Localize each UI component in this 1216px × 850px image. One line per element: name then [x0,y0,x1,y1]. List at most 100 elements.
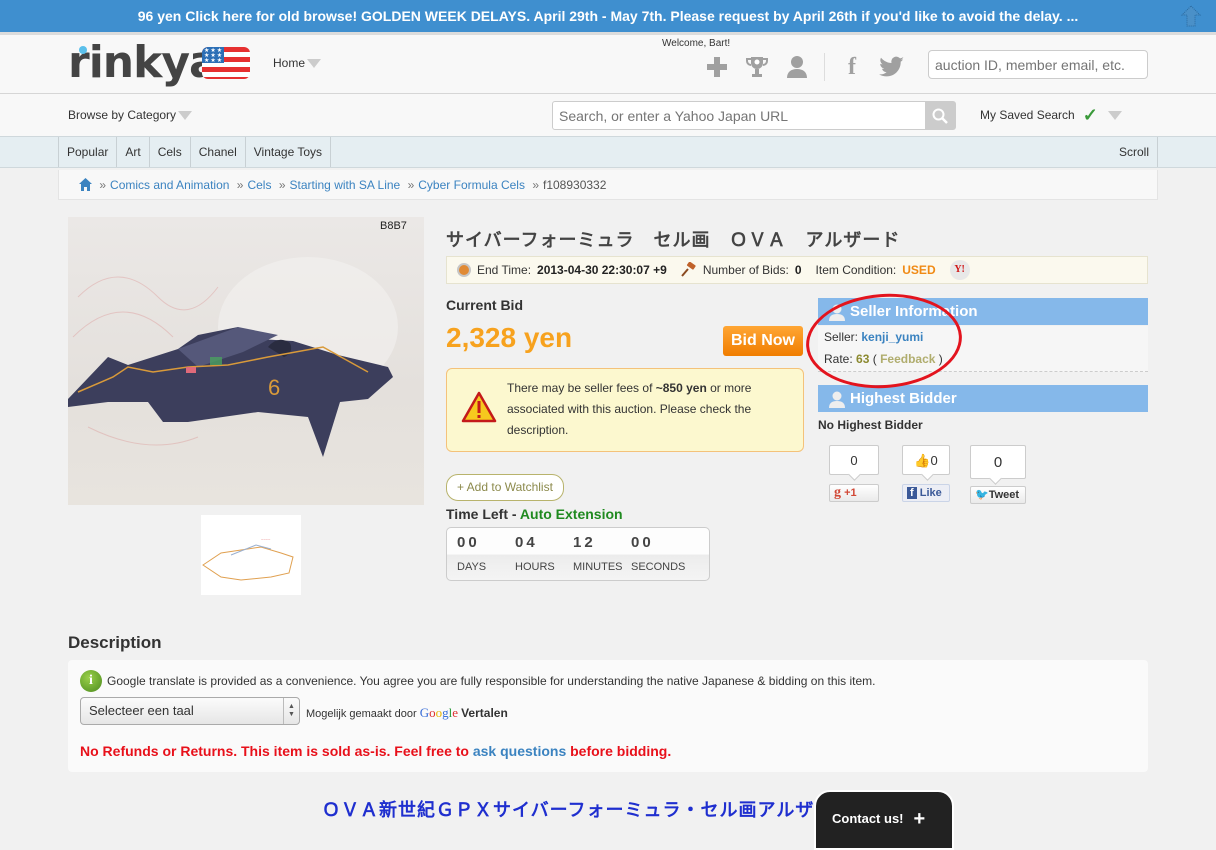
language-select[interactable]: Selecteer een taal ▲ ▼ [80,697,300,725]
trophy-icon[interactable] [744,54,770,80]
auto-extension-label: Auto Extension [519,506,623,522]
countdown-value: 04 [515,534,538,551]
refund-text-pre: No Refunds or Returns. This item is sold… [80,743,473,759]
language-select-value: Selecteer een taal [89,703,194,718]
ask-questions-link[interactable]: ask questions [473,743,566,759]
browse-by-category-menu[interactable]: Browse by Category [68,108,193,122]
yahoo-search-box [552,101,956,130]
seller-info-body: Seller: kenji_yumi Rate: 63 ( Feedback ) [818,326,1148,372]
tab-chanel[interactable]: Chanel [191,137,246,167]
tab-popular[interactable]: Popular [59,137,118,167]
warning-icon [461,391,497,423]
scroll-top-arrow-icon[interactable] [1180,4,1202,28]
saved-search-menu[interactable]: My Saved Search ✓ [980,105,1122,125]
seller-row: Seller: kenji_yumi [824,326,1148,348]
countdown-timer: 00 DAYS 04 HOURS 12 MINUTES 00 SECONDS [446,527,710,581]
yahoo-icon[interactable]: Y! [949,260,970,280]
item-description-title: ＯＶＡ新世紀ＧＰＸサイバーフォーミュラ・セル画アルザード [322,800,853,821]
thumbnail-image[interactable]: ~~~~ [201,515,301,595]
breadcrumb-link[interactable]: Cyber Formula Cels [418,178,525,192]
tweet-widget: 0 🐦Tweet [970,445,1026,504]
countdown-value: 00 [457,534,480,551]
user-icon [829,304,845,321]
item-info-bar: End Time: 2013-04-30 22:30:07 +9 Number … [446,256,1148,284]
highest-bidder-status: No Highest Bidder [818,418,923,432]
rate-row: Rate: 63 ( Feedback ) [824,352,943,366]
breadcrumb-link[interactable]: Comics and Animation [110,178,229,192]
tab-cels[interactable]: Cels [150,137,191,167]
description-heading: Description [68,633,162,652]
twitter-icon[interactable] [879,54,905,80]
chevron-down-icon [178,111,193,121]
member-search-input[interactable] [928,50,1148,79]
gplus-count: 0 [829,445,879,475]
tweet-count: 0 [970,445,1026,479]
tab-vintage-toys[interactable]: Vintage Toys [246,137,332,167]
description-box: i Google translate is provided as a conv… [68,660,1148,772]
bids-value: 0 [794,263,802,277]
main-item-image[interactable]: 6 B8B7 [68,217,424,505]
countdown-value: 00 [631,534,654,551]
seller-name-link[interactable]: kenji_yumi [861,330,923,344]
svg-text:B8B7: B8B7 [380,220,407,232]
user-icon[interactable] [784,54,810,80]
countdown-hours: 04 HOURS [515,528,573,580]
facebook-like-button[interactable]: f Like [902,484,950,502]
home-label: Home [273,56,306,70]
select-arrows-icon: ▲ ▼ [283,698,299,724]
thumbs-up-icon: 👍 [914,453,931,468]
seller-info-header: Seller Information [818,298,1148,325]
chevron-down-icon [1107,110,1122,120]
announcement-banner[interactable]: 96 yen Click here for old browse! GOLDEN… [0,0,1216,32]
google-plus-button[interactable]: g +1 [829,484,879,502]
user-icon [829,391,845,408]
breadcrumb-link[interactable]: Cels [247,178,271,192]
feedback-link[interactable]: Feedback [880,352,935,366]
fee-amount: ~850 yen [655,381,707,395]
countdown-label: MINUTES [573,561,623,573]
rate-value: 63 [856,352,870,366]
breadcrumb-current: f108930332 [543,178,607,192]
translate-link[interactable]: Vertalen [461,706,508,720]
home-menu[interactable]: Home [273,56,322,70]
plus-icon[interactable] [704,54,730,80]
breadcrumb-separator: » [236,178,244,192]
us-flag-icon[interactable]: ★★★ ★★★ ★★★ [202,47,250,79]
search-button[interactable] [925,102,955,129]
add-to-watchlist-button[interactable]: + Add to Watchlist [446,474,564,501]
breadcrumb-separator: » [99,178,107,192]
seller-label: Seller: [824,330,859,344]
item-title: サイバーフォーミュラ セル画 ＯＶＡ アルザード [446,230,901,251]
breadcrumb-link[interactable]: Starting with SA Line [290,178,401,192]
fb-count-value: 0 [930,453,938,468]
end-time-value: 2013-04-30 22:30:07 +9 [537,263,667,277]
facebook-icon[interactable]: f [839,54,865,80]
browse-label: Browse by Category [68,108,177,122]
facebook-icon: f [907,487,917,499]
scroll-button[interactable]: Scroll [1119,137,1149,167]
end-time-label: End Time: [477,263,532,277]
tab-art[interactable]: Art [117,137,150,167]
bids-label: Number of Bids: [702,263,789,277]
checkmark-icon: ✓ [1082,105,1098,125]
welcome-text: Welcome, Bart! [662,38,731,49]
rinkya-logo[interactable]: rinkya [68,41,219,85]
svg-text:~~~~: ~~~~ [261,537,271,542]
banner-text[interactable]: 96 yen Click here for old browse! GOLDEN… [138,8,1079,24]
google-logo: Google [419,705,459,720]
translate-note-text: Google translate is provided as a conven… [107,674,876,688]
category-bar: Browse by Category My Saved Search ✓ [0,94,1216,136]
contact-us-button[interactable]: Contact us! + [814,790,954,850]
header-icons: f [704,53,905,81]
refund-text-post: before bidding. [566,743,672,759]
tweet-button[interactable]: 🐦Tweet [970,486,1026,504]
yahoo-search-input[interactable] [553,102,923,129]
countdown-value: 12 [573,534,596,551]
google-plus-widget: 0 g +1 [829,445,879,502]
home-icon[interactable] [79,178,92,191]
chevron-down-icon [307,59,322,69]
rate-label: Rate: [824,352,853,366]
tabs-inner: Popular Art Cels Chanel Vintage Toys Scr… [58,137,1158,167]
fee-text-pre: There may be seller fees of [507,381,656,395]
bid-now-button[interactable]: Bid Now [723,326,803,356]
